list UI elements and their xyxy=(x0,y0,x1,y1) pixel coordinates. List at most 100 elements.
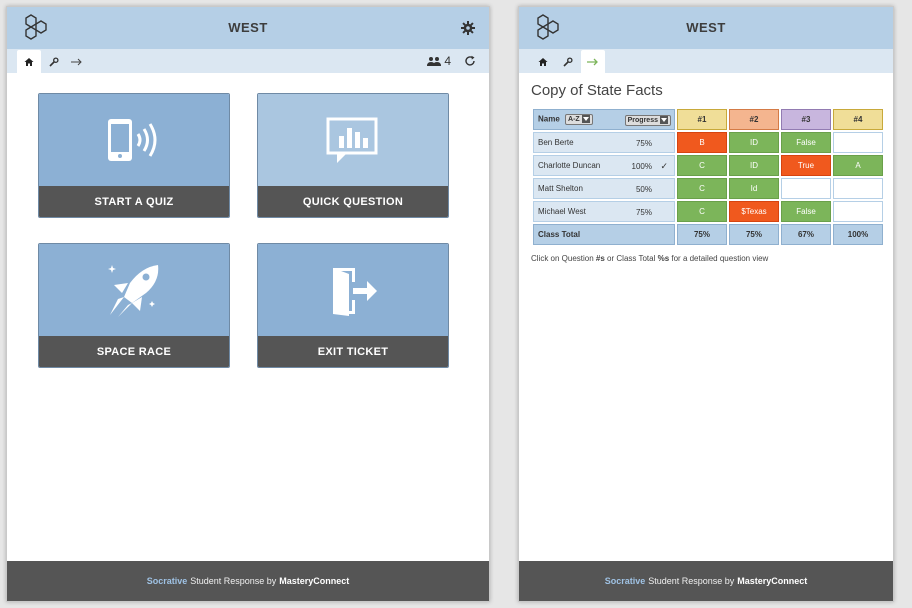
table-header-row: Name A-Z Progress #1 #2 #3 #4 xyxy=(533,109,883,130)
chevron-down-icon xyxy=(581,115,590,123)
help-text-bold: #s xyxy=(595,254,605,263)
question-1-header[interactable]: #1 xyxy=(677,109,727,130)
nav-tabs xyxy=(519,49,893,73)
class-total-row: Class Total 75% 75% 67% 100% xyxy=(533,224,883,245)
student-progress: 75% xyxy=(635,139,652,148)
footer: Socrative Student Response by MasteryCon… xyxy=(519,561,893,601)
answer-cell: C xyxy=(677,178,727,199)
tab-home[interactable] xyxy=(531,50,555,73)
answer-cell: C xyxy=(677,201,727,222)
rocket-icon xyxy=(108,265,159,317)
people-icon xyxy=(427,57,442,66)
completed-check-icon: ✓ xyxy=(660,161,668,171)
student-count-value: 4 xyxy=(444,54,451,68)
tile-art xyxy=(258,94,448,188)
sort-dropdown[interactable]: A-Z xyxy=(565,113,593,125)
tile-label: START A QUIZ xyxy=(39,186,229,217)
gear-icon[interactable] xyxy=(461,21,475,35)
tile-label: EXIT TICKET xyxy=(258,336,448,367)
tile-label: SPACE RACE xyxy=(39,336,229,367)
table-row: Matt Shelton 50% C Id xyxy=(533,178,883,199)
nav-tabs: 4 xyxy=(7,49,489,73)
tab-results[interactable] xyxy=(65,50,89,73)
answer-cell: A xyxy=(833,155,883,176)
tab-home[interactable] xyxy=(17,50,41,73)
footer-text: Student Response by xyxy=(190,576,277,586)
app-header: WEST xyxy=(519,7,893,49)
help-text-bold: %s xyxy=(657,254,670,263)
tile-art xyxy=(39,244,229,338)
student-name: Charlotte Duncan xyxy=(538,161,601,170)
sort-dropdown-label: A-Z xyxy=(568,115,580,123)
student-name: Ben Berte xyxy=(538,138,574,147)
student-name-cell: Michael West 75% xyxy=(533,201,675,222)
answer-cell xyxy=(781,178,831,199)
class-total-label: Class Total xyxy=(533,224,675,245)
student-name: Matt Shelton xyxy=(538,184,583,193)
question-2-header[interactable]: #2 xyxy=(729,109,779,130)
student-name-cell: Ben Berte 75% xyxy=(533,132,675,153)
tile-art xyxy=(258,244,448,338)
exit-ticket-tile[interactable]: EXIT TICKET xyxy=(257,243,449,368)
answer-cell: False xyxy=(781,201,831,222)
student-name-cell: Charlotte Duncan 100% ✓ xyxy=(533,155,675,176)
chevron-down-icon xyxy=(660,116,668,124)
answer-cell: C xyxy=(677,155,727,176)
tab-results[interactable] xyxy=(581,50,605,73)
results-table: Name A-Z Progress #1 #2 #3 #4 Ben Berte … xyxy=(531,107,885,247)
arrow-right-icon xyxy=(71,58,82,65)
student-name: Michael West xyxy=(538,207,586,216)
tab-tools[interactable] xyxy=(42,50,66,73)
table-row: Charlotte Duncan 100% ✓ C ID True A xyxy=(533,155,883,176)
student-progress: 75% xyxy=(635,208,652,217)
tile-label: QUICK QUESTION xyxy=(258,186,448,217)
phone-signal-icon xyxy=(108,119,157,161)
help-text: Click on Question #s or Class Total %s f… xyxy=(531,254,768,263)
class-total-cell[interactable]: 75% xyxy=(677,224,727,245)
progress-sort-dropdown[interactable]: Progress xyxy=(624,114,671,126)
tab-tools[interactable] xyxy=(556,50,580,73)
answer-cell: B xyxy=(677,132,727,153)
answer-cell: False xyxy=(781,132,831,153)
help-text-part: or Class Total xyxy=(604,254,658,263)
footer-brand[interactable]: Socrative xyxy=(147,576,188,586)
footer-company[interactable]: MasteryConnect xyxy=(737,576,807,586)
class-total-cell[interactable]: 75% xyxy=(729,224,779,245)
refresh-icon[interactable] xyxy=(463,54,477,68)
question-4-header[interactable]: #4 xyxy=(833,109,883,130)
class-total-cell[interactable]: 67% xyxy=(781,224,831,245)
chart-bubble-icon xyxy=(326,117,378,163)
home-screen-panel: WEST 4 START A QUIZ QUICK QUESTION SPACE… xyxy=(6,6,490,602)
room-name: WEST xyxy=(228,20,268,35)
answer-cell xyxy=(833,132,883,153)
wrench-icon xyxy=(49,56,59,67)
room-name: WEST xyxy=(686,20,726,35)
arrow-right-icon xyxy=(587,58,598,65)
home-icon xyxy=(538,57,548,66)
name-header-label: Name xyxy=(538,114,560,124)
quick-question-tile[interactable]: QUICK QUESTION xyxy=(257,93,449,218)
footer-text: Student Response by xyxy=(648,576,735,586)
results-panel: WEST Copy of State Facts Name A-Z Progre… xyxy=(518,6,894,602)
exit-door-icon xyxy=(333,268,377,316)
answer-cell: ID xyxy=(729,132,779,153)
answer-cell: ID xyxy=(729,155,779,176)
student-progress: 50% xyxy=(635,185,652,194)
question-3-header[interactable]: #3 xyxy=(781,109,831,130)
app-header: WEST xyxy=(7,7,489,49)
name-column-header: Name A-Z Progress xyxy=(533,109,675,130)
answer-cell: $Texas xyxy=(729,201,779,222)
class-total-cell[interactable]: 100% xyxy=(833,224,883,245)
tile-art xyxy=(39,94,229,188)
table-row: Michael West 75% C $Texas False xyxy=(533,201,883,222)
progress-dropdown-label: Progress xyxy=(627,116,658,124)
help-text-part: Click on Question xyxy=(531,254,596,263)
student-progress: 100% xyxy=(631,162,652,171)
footer-company[interactable]: MasteryConnect xyxy=(279,576,349,586)
start-quiz-tile[interactable]: START A QUIZ xyxy=(38,93,230,218)
footer-brand[interactable]: Socrative xyxy=(605,576,646,586)
home-icon xyxy=(24,57,34,66)
help-text-part: for a detailed question view xyxy=(669,254,769,263)
space-race-tile[interactable]: SPACE RACE xyxy=(38,243,230,368)
quiz-title: Copy of State Facts xyxy=(531,82,663,99)
